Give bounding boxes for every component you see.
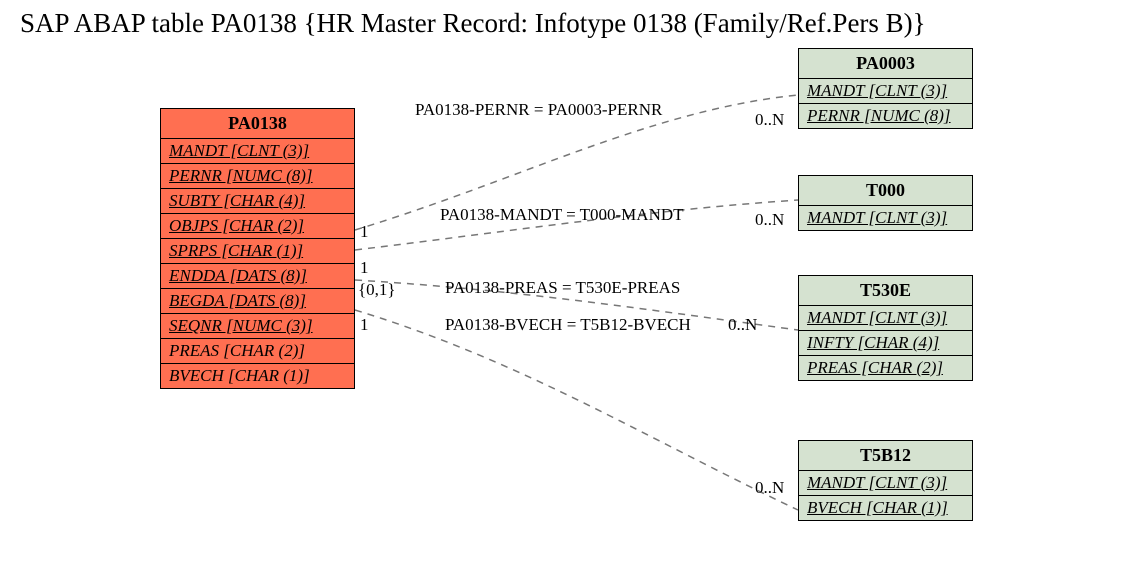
cardinality-label: 0..N: [755, 110, 784, 130]
entity-t000: T000 MANDT [CLNT (3)]: [798, 175, 973, 231]
cardinality-label: {0,1}: [358, 280, 396, 300]
field-row: OBJPS [CHAR (2)]: [161, 214, 354, 239]
field-row: SPRPS [CHAR (1)]: [161, 239, 354, 264]
field-row: MANDT [CLNT (3)]: [161, 139, 354, 164]
field-row: MANDT [CLNT (3)]: [799, 306, 972, 331]
cardinality-label: 0..N: [728, 315, 757, 335]
entity-pa0138: PA0138 MANDT [CLNT (3)] PERNR [NUMC (8)]…: [160, 108, 355, 389]
cardinality-label: 1: [360, 258, 369, 278]
entity-t5b12: T5B12 MANDT [CLNT (3)] BVECH [CHAR (1)]: [798, 440, 973, 521]
field-row: PERNR [NUMC (8)]: [161, 164, 354, 189]
field-row: SUBTY [CHAR (4)]: [161, 189, 354, 214]
entity-header: T530E: [799, 276, 972, 306]
entity-t530e: T530E MANDT [CLNT (3)] INFTY [CHAR (4)] …: [798, 275, 973, 381]
field-row: PERNR [NUMC (8)]: [799, 104, 972, 128]
field-row: MANDT [CLNT (3)]: [799, 206, 972, 230]
join-label: PA0138-PERNR = PA0003-PERNR: [415, 100, 662, 120]
join-label: PA0138-BVECH = T5B12-BVECH: [445, 315, 691, 335]
entity-header: T000: [799, 176, 972, 206]
field-row: SEQNR [NUMC (3)]: [161, 314, 354, 339]
field-row: PREAS [CHAR (2)]: [799, 356, 972, 380]
field-row: INFTY [CHAR (4)]: [799, 331, 972, 356]
entity-pa0003: PA0003 MANDT [CLNT (3)] PERNR [NUMC (8)]: [798, 48, 973, 129]
cardinality-label: 1: [360, 222, 369, 242]
entity-header: T5B12: [799, 441, 972, 471]
join-label: PA0138-PREAS = T530E-PREAS: [445, 278, 680, 298]
cardinality-label: 0..N: [755, 478, 784, 498]
entity-header: PA0003: [799, 49, 972, 79]
join-label: PA0138-MANDT = T000-MANDT: [440, 205, 684, 225]
field-row: ENDDA [DATS (8)]: [161, 264, 354, 289]
field-row: BVECH [CHAR (1)]: [799, 496, 972, 520]
cardinality-label: 1: [360, 315, 369, 335]
field-row: BVECH [CHAR (1)]: [161, 364, 354, 388]
field-row: BEGDA [DATS (8)]: [161, 289, 354, 314]
field-row: MANDT [CLNT (3)]: [799, 471, 972, 496]
entity-header: PA0138: [161, 109, 354, 139]
field-row: PREAS [CHAR (2)]: [161, 339, 354, 364]
field-row: MANDT [CLNT (3)]: [799, 79, 972, 104]
diagram-title: SAP ABAP table PA0138 {HR Master Record:…: [20, 8, 926, 39]
cardinality-label: 0..N: [755, 210, 784, 230]
